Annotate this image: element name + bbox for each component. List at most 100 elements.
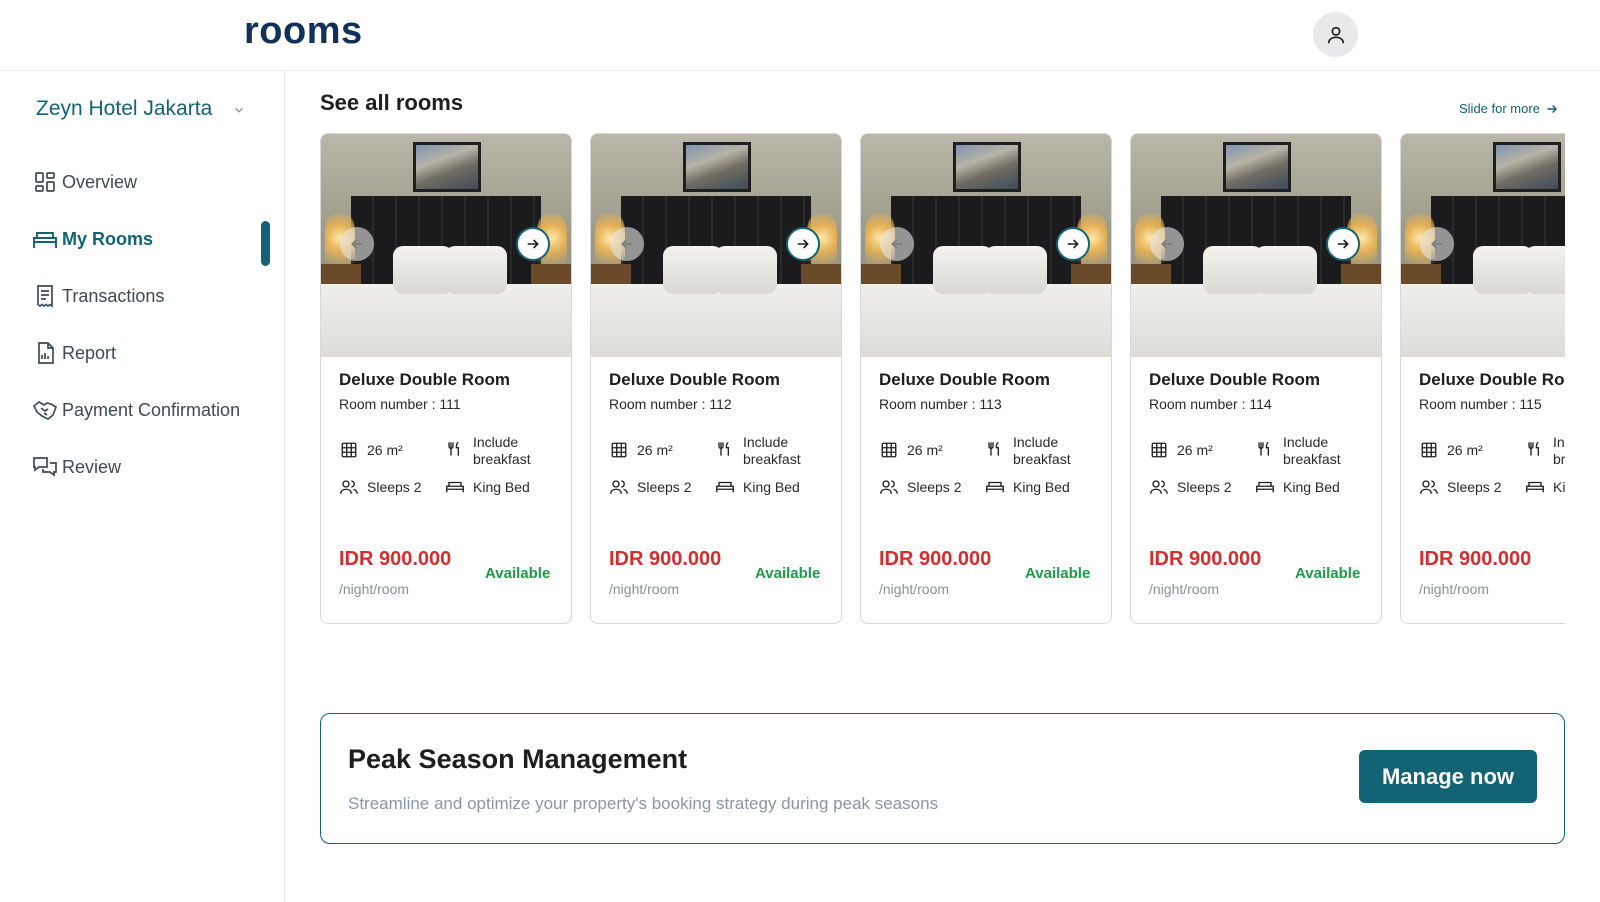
breakfast-text: Includebreakfast bbox=[473, 434, 531, 467]
sidebar-item-transactions[interactable]: Transactions bbox=[32, 281, 164, 311]
section-title: See all rooms bbox=[320, 90, 464, 115]
sidebar-item-report[interactable]: Report bbox=[32, 338, 116, 368]
cutlery-icon bbox=[1255, 439, 1275, 459]
sidebar-item-review[interactable]: Review bbox=[32, 452, 121, 482]
bed-type-text: King Bed bbox=[1553, 479, 1565, 495]
bed-icon bbox=[32, 226, 58, 252]
photo-prev-button[interactable] bbox=[1420, 227, 1454, 261]
room-bed-type: King Bed bbox=[445, 477, 530, 497]
handshake-icon bbox=[32, 397, 58, 423]
status-badge: Available bbox=[1025, 565, 1091, 582]
profile-button[interactable] bbox=[1313, 12, 1358, 57]
photo-next-button[interactable] bbox=[786, 227, 820, 261]
slide-for-more-link[interactable]: Slide for more bbox=[1459, 101, 1559, 116]
people-icon bbox=[609, 477, 629, 497]
room-size-text: 26 m² bbox=[367, 442, 403, 458]
room-breakfast: Includebreakfast bbox=[445, 434, 531, 468]
room-card[interactable]: Deluxe Double Room Room number : 114 26 … bbox=[1130, 133, 1382, 624]
floor-plan-icon bbox=[339, 440, 359, 460]
sidebar-item-overview[interactable]: Overview bbox=[32, 167, 137, 197]
bed-type-text: King Bed bbox=[743, 479, 800, 495]
price-unit: /night/room bbox=[609, 581, 680, 597]
people-icon bbox=[1149, 477, 1169, 497]
room-card[interactable]: Deluxe Double Room Room number : 112 26 … bbox=[590, 133, 842, 624]
peak-season-panel: Peak Season Management Streamline and op… bbox=[320, 713, 1565, 844]
room-sleeps: Sleeps 2 bbox=[1419, 477, 1501, 497]
photo-prev-button[interactable] bbox=[340, 227, 374, 261]
receipt-icon bbox=[32, 283, 58, 309]
room-price: IDR 900.000 bbox=[609, 548, 722, 570]
sleeps-text: Sleeps 2 bbox=[907, 479, 962, 495]
peak-season-title: Peak Season Management bbox=[348, 744, 688, 774]
sidebar-item-payment-confirmation[interactable]: Payment Confirmation bbox=[32, 395, 240, 425]
room-card-body: Deluxe Double Room Room number : 111 bbox=[339, 370, 559, 412]
hotel-name: Zeyn Hotel Jakarta bbox=[36, 97, 213, 120]
breakfast-text: Includebreakfast bbox=[1283, 434, 1341, 467]
sidebar-item-label: Overview bbox=[62, 171, 138, 192]
floor-plan-icon bbox=[1419, 440, 1439, 460]
room-bed-type: King Bed bbox=[1255, 477, 1340, 497]
photo-next-button[interactable] bbox=[1326, 227, 1360, 261]
arrow-left-icon bbox=[1431, 239, 1443, 249]
price-unit: /night/room bbox=[1419, 581, 1490, 597]
hotel-selector[interactable]: Zeyn Hotel Jakarta bbox=[36, 97, 246, 121]
room-size-text: 26 m² bbox=[1447, 442, 1483, 458]
sleeps-text: Sleeps 2 bbox=[1177, 479, 1232, 495]
price-unit: /night/room bbox=[339, 581, 410, 597]
sidebar-item-my-rooms[interactable]: My Rooms bbox=[32, 224, 153, 254]
status-badge: Available bbox=[1295, 565, 1361, 582]
report-chart-icon bbox=[32, 340, 58, 366]
cutlery-icon bbox=[985, 439, 1005, 459]
room-card[interactable]: Deluxe Double Room Room number : 113 26 … bbox=[860, 133, 1112, 624]
photo-prev-button[interactable] bbox=[1150, 227, 1184, 261]
room-size-text: 26 m² bbox=[637, 442, 673, 458]
room-photo bbox=[591, 134, 841, 357]
arrow-right-icon bbox=[797, 239, 809, 249]
room-number: Room number : 113 bbox=[879, 396, 1002, 412]
room-size: 26 m² bbox=[1419, 440, 1483, 460]
room-size: 26 m² bbox=[609, 440, 673, 460]
room-breakfast: Includebreakfast bbox=[1525, 434, 1565, 468]
room-card-body: Deluxe Double Room Room number : 114 bbox=[1149, 370, 1369, 412]
sidebar-item-label: My Rooms bbox=[62, 228, 154, 249]
photo-prev-button[interactable] bbox=[610, 227, 644, 261]
arrow-left-icon bbox=[351, 239, 363, 249]
photo-prev-button[interactable] bbox=[880, 227, 914, 261]
photo-next-button[interactable] bbox=[516, 227, 550, 261]
room-breakfast: Includebreakfast bbox=[985, 434, 1071, 468]
sidebar-item-label: Review bbox=[62, 456, 122, 477]
review-chat-icon bbox=[32, 454, 58, 480]
room-size: 26 m² bbox=[339, 440, 403, 460]
bed-type-text: King Bed bbox=[473, 479, 530, 495]
arrow-right-icon bbox=[1547, 104, 1557, 113]
people-icon bbox=[879, 477, 899, 497]
cutlery-icon bbox=[445, 439, 465, 459]
arrow-right-icon bbox=[527, 239, 539, 249]
room-number: Room number : 115 bbox=[1419, 396, 1542, 412]
room-photo bbox=[1401, 134, 1565, 357]
bed-type-text: King Bed bbox=[1283, 479, 1340, 495]
arrow-right-icon bbox=[1337, 239, 1349, 249]
room-name: Deluxe Double Room bbox=[1149, 370, 1320, 389]
room-sleeps: Sleeps 2 bbox=[339, 477, 421, 497]
arrow-right-icon bbox=[1067, 239, 1079, 249]
room-bed-type: King Bed bbox=[715, 477, 800, 497]
slide-hint-label: Slide for more bbox=[1459, 101, 1540, 116]
bed-icon bbox=[1255, 477, 1275, 497]
room-sleeps: Sleeps 2 bbox=[879, 477, 961, 497]
manage-now-button[interactable]: Manage now bbox=[1359, 750, 1537, 803]
chevron-down-icon bbox=[235, 107, 244, 113]
people-icon bbox=[339, 477, 359, 497]
room-size: 26 m² bbox=[1149, 440, 1213, 460]
room-card[interactable]: Deluxe Double Room Room number : 111 26 … bbox=[320, 133, 572, 624]
room-card[interactable]: Deluxe Double Room Room number : 115 26 … bbox=[1400, 133, 1565, 624]
photo-next-button[interactable] bbox=[1056, 227, 1090, 261]
bed-icon bbox=[715, 477, 735, 497]
price-unit: /night/room bbox=[879, 581, 950, 597]
rooms-logo[interactable]: rooms bbox=[244, 10, 363, 53]
room-name: Deluxe Double Room bbox=[879, 370, 1050, 389]
cutlery-icon bbox=[715, 439, 735, 459]
room-sleeps: Sleeps 2 bbox=[609, 477, 691, 497]
bed-icon bbox=[985, 477, 1005, 497]
rooms-carousel[interactable]: Deluxe Double Room Room number : 111 26 … bbox=[320, 133, 1565, 625]
